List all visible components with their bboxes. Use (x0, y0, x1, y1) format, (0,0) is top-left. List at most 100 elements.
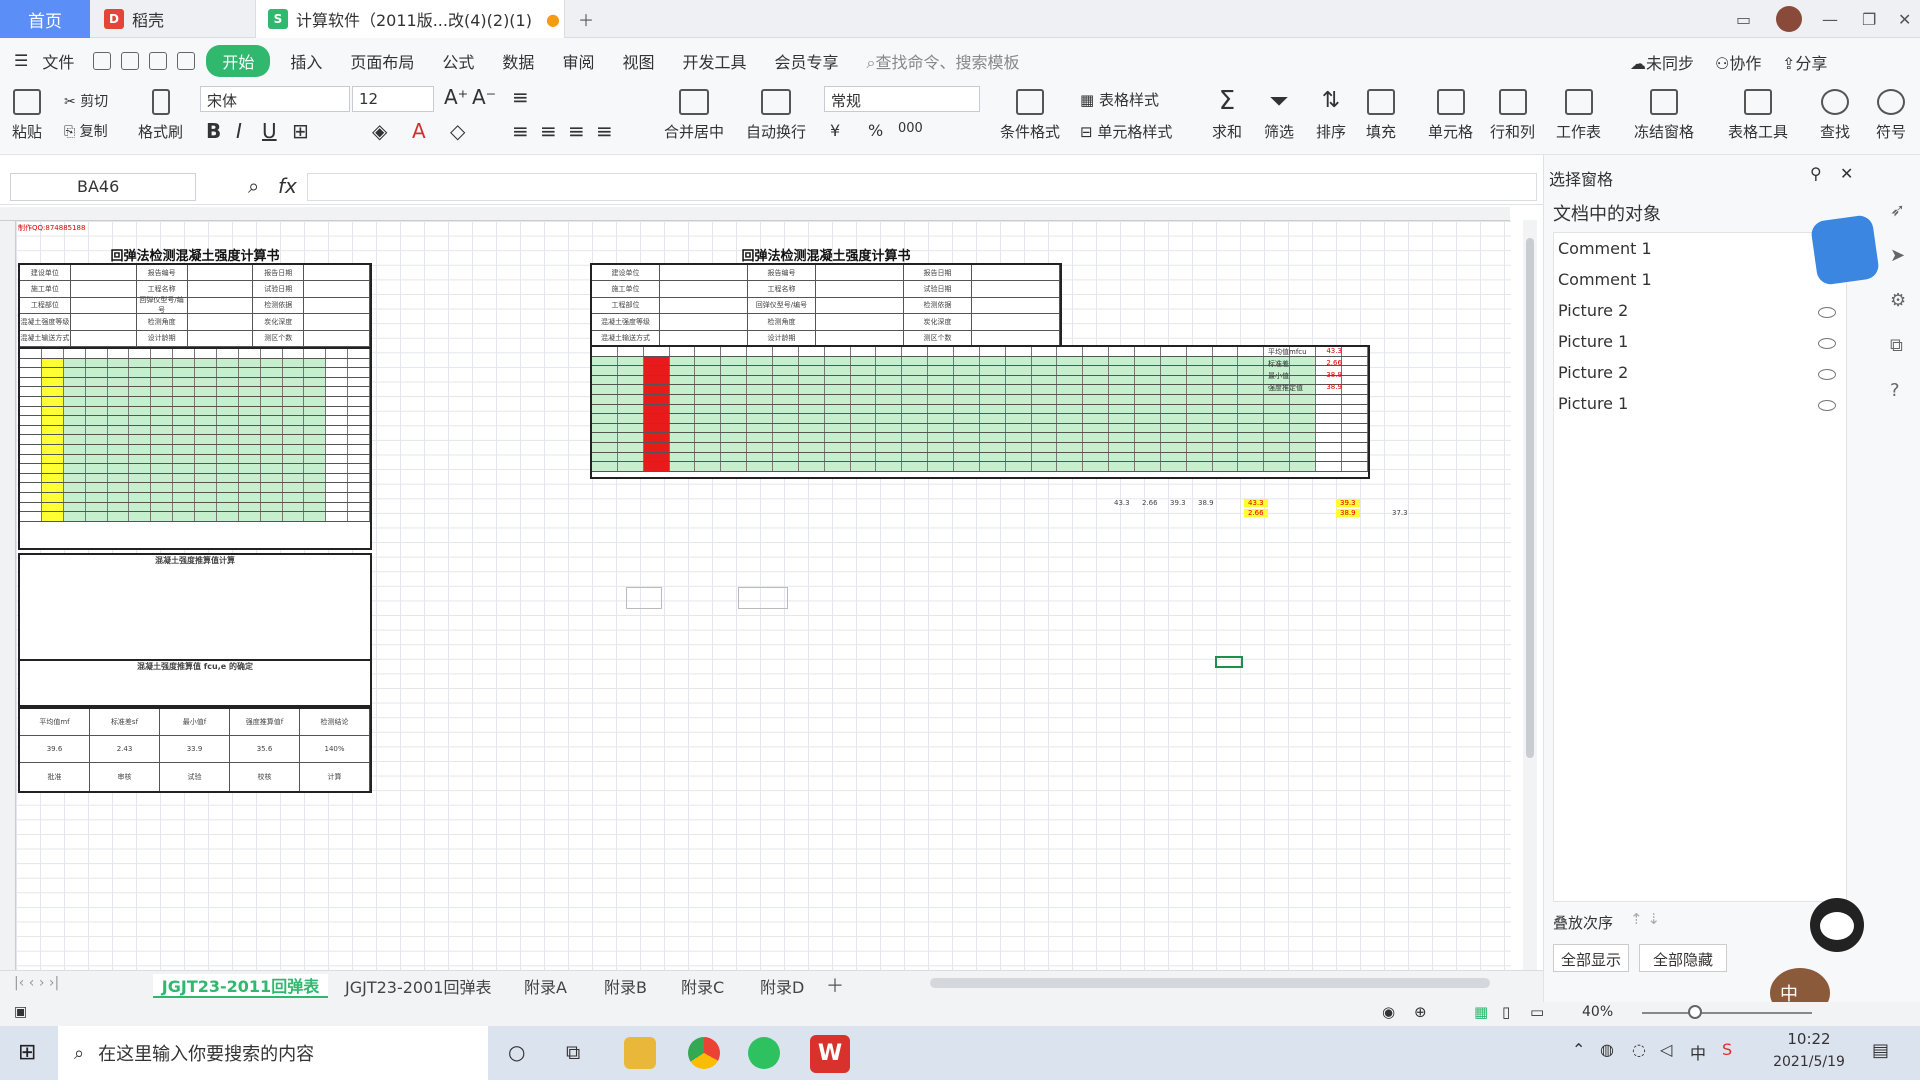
clear-format-icon[interactable]: ◇ (450, 119, 465, 143)
collab-button[interactable]: ⚇协作 (1715, 50, 1761, 74)
selected-cell-ba46[interactable] (1215, 656, 1243, 668)
move-up-icon[interactable]: ⇡ ⇣ (1630, 910, 1660, 928)
tab-document[interactable]: S 计算软件（2011版...改(4)(2)(1) ● (255, 0, 565, 38)
table-tools-button[interactable]: 表格工具 (1728, 89, 1788, 142)
visibility-eye-icon[interactable] (1818, 338, 1836, 349)
object-picture-1b[interactable]: Picture 1 (1556, 389, 1846, 417)
minimize-button[interactable]: — (1822, 0, 1838, 38)
row-col-button[interactable]: 行和列 (1490, 89, 1535, 142)
page-break-view-icon[interactable]: ▭ (1530, 1003, 1544, 1021)
ime-status-icon[interactable]: ⊕ (1414, 1003, 1427, 1021)
bird-widget-icon[interactable] (1809, 213, 1881, 287)
font-size-select[interactable]: 12 (352, 86, 434, 112)
ime-tray-icon[interactable]: 中 (1690, 1040, 1706, 1064)
network-icon[interactable]: ◌ (1632, 1040, 1646, 1059)
find-button[interactable]: 查找 (1820, 89, 1850, 142)
task-view-icon[interactable]: ⧉ (566, 1040, 580, 1064)
currency-button[interactable]: ¥ (830, 121, 840, 140)
copy-button[interactable]: ⎘ 复制 (64, 121, 108, 141)
wps-tray-icon[interactable]: S (1722, 1040, 1732, 1059)
wechat-icon[interactable] (748, 1037, 780, 1069)
vertical-scrollbar[interactable] (1523, 220, 1537, 970)
menu-member[interactable]: 会员专享 (760, 49, 852, 73)
menu-page-layout[interactable]: 页面布局 (336, 49, 428, 73)
window-layout-icon[interactable]: ▭ (1736, 0, 1751, 38)
bold-icon[interactable]: B (206, 119, 221, 143)
tray-chevron-icon[interactable]: ⌃ (1572, 1040, 1585, 1059)
align-center-icon[interactable]: ≡ (540, 119, 557, 143)
hide-all-button[interactable]: 全部隐藏 (1639, 944, 1727, 972)
browser-icon[interactable] (688, 1037, 720, 1069)
conditional-format-button[interactable]: 条件格式 (1000, 89, 1060, 142)
horizontal-scrollbar[interactable] (930, 978, 1490, 988)
status-macro-icon[interactable]: ▣ (14, 1004, 27, 1020)
formula-picture-mean[interactable] (626, 587, 662, 609)
normal-view-icon[interactable]: ▦ (1474, 1003, 1488, 1021)
font-family-select[interactable]: 宋体 (200, 86, 350, 112)
menu-icon[interactable]: ☰ (0, 51, 42, 70)
shrink-font-icon[interactable]: A⁻ (472, 85, 496, 109)
sheet-tab-active[interactable]: JGJT23-2011回弹表 (153, 974, 328, 998)
visibility-eye-icon[interactable] (1818, 400, 1836, 411)
zoom-level[interactable]: 40% (1582, 1004, 1613, 1020)
close-pane-icon[interactable]: ✕ (1840, 164, 1853, 183)
italic-icon[interactable]: I (236, 119, 242, 143)
fill-color-icon[interactable]: ◈ (372, 119, 387, 143)
scroll-thumb[interactable] (1526, 238, 1534, 758)
page-layout-view-icon[interactable]: ▯ (1502, 1003, 1510, 1021)
wrap-text-button[interactable]: 自动换行 (746, 89, 806, 142)
pane-cursor-icon[interactable]: ➤ (1890, 245, 1905, 266)
file-explorer-icon[interactable] (624, 1037, 656, 1069)
table-style-button[interactable]: ▦ 表格样式 (1080, 89, 1159, 110)
sheet-tab-b[interactable]: 附录B (604, 974, 647, 998)
notification-icon[interactable]: ▤ (1872, 1040, 1889, 1061)
cell-style-button[interactable]: ⊟ 单元格样式 (1080, 121, 1172, 142)
add-sheet-icon[interactable]: ＋ (826, 972, 844, 998)
name-box[interactable]: BA46 (10, 173, 196, 201)
save-icon[interactable] (93, 51, 112, 70)
show-all-button[interactable]: 全部显示 (1553, 944, 1629, 972)
sheet-tab-a[interactable]: 附录A (524, 974, 567, 998)
worksheet-button[interactable]: 工作表 (1556, 89, 1601, 142)
menu-review[interactable]: 审阅 (548, 49, 608, 73)
grow-font-icon[interactable]: A⁺ (444, 85, 468, 109)
zoom-slider[interactable] (1642, 1012, 1812, 1014)
object-picture-1[interactable]: Picture 1 (1556, 327, 1846, 355)
zoom-slider-thumb[interactable] (1688, 1005, 1702, 1019)
wps-icon[interactable]: W (810, 1035, 850, 1073)
restore-button[interactable]: ❐ (1862, 0, 1876, 38)
new-tab-button[interactable]: ＋ (578, 0, 594, 38)
sheet-nav-icons[interactable]: |‹ ‹ › ›| (14, 975, 59, 991)
align-top-icon[interactable]: ≡ (512, 85, 529, 109)
font-color-icon[interactable]: A (412, 119, 426, 143)
sheet-tab-d[interactable]: 附录D (760, 974, 804, 998)
percent-button[interactable]: % (868, 121, 883, 140)
visibility-eye-icon[interactable] (1818, 369, 1836, 380)
underline-icon[interactable]: U (262, 119, 277, 143)
pin-icon[interactable]: ⚲ (1810, 164, 1822, 183)
menu-formula[interactable]: 公式 (428, 49, 488, 73)
align-left-icon[interactable]: ≡ (512, 119, 529, 143)
object-comment-1b[interactable]: Comment 1 (1556, 265, 1846, 293)
align-right-icon[interactable]: ≡ (568, 119, 585, 143)
thousands-button[interactable]: 000 (898, 121, 923, 136)
print-icon[interactable] (149, 51, 168, 70)
menu-insert[interactable]: 插入 (276, 49, 336, 73)
pane-rocket-icon[interactable]: ➶ (1890, 200, 1905, 221)
object-picture-2[interactable]: Picture 2 (1556, 296, 1846, 324)
border-icon[interactable]: ⊞ (292, 119, 309, 143)
tray-qq-icon[interactable]: ◍ (1600, 1040, 1614, 1059)
undo-icon[interactable] (121, 51, 140, 70)
spreadsheet-grid[interactable]: 制作QQ:874885188 回弹法检测混凝土强度计算书 建设单位 报告编号 报告日… (0, 207, 1523, 972)
pane-adjust-icon[interactable]: ⚙ (1890, 290, 1906, 311)
formula-input[interactable] (307, 173, 1537, 201)
merge-center-button[interactable]: 合并居中 (664, 89, 724, 142)
pane-layers-icon[interactable]: ⧉ (1890, 335, 1903, 356)
paste-button[interactable]: 粘贴 (12, 89, 42, 142)
sheet-tab-c[interactable]: 附录C (681, 974, 724, 998)
windows-start-icon[interactable]: ⊞ (18, 1040, 36, 1065)
zoom-formula-icon[interactable]: ⌕ (248, 174, 259, 198)
menu-start[interactable]: 开始 (206, 44, 271, 77)
close-window-button[interactable]: ✕ (1898, 0, 1911, 38)
fx-icon[interactable]: fx (278, 174, 297, 198)
